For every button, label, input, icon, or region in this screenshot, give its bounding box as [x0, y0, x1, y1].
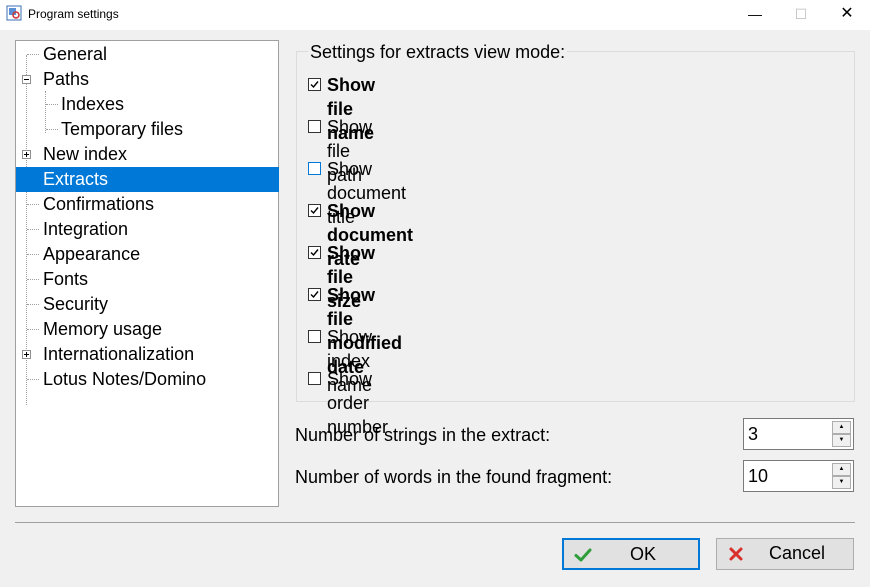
- strings-count-value[interactable]: 3: [748, 422, 758, 446]
- group-caption: Settings for extracts view mode:: [308, 42, 568, 62]
- strings-count-label: Number of strings in the extract:: [295, 425, 551, 445]
- checkbox-show-order-number[interactable]: [308, 372, 321, 385]
- new-index-expand-icon[interactable]: [22, 150, 31, 159]
- tree-connector: [27, 279, 39, 280]
- words-count-label: Number of words in the found fragment:: [295, 467, 613, 487]
- paths-collapse-icon[interactable]: [22, 75, 31, 84]
- tree-item-confirmations[interactable]: Confirmations: [43, 192, 154, 217]
- spin-up-icon[interactable]: ▲: [832, 463, 851, 476]
- tree-item-internationalization[interactable]: Internationalization: [43, 342, 194, 367]
- tree-item-memory-usage[interactable]: Memory usage: [43, 317, 162, 342]
- tree-item-temporary-files[interactable]: Temporary files: [61, 117, 183, 142]
- ok-button[interactable]: OK: [562, 538, 700, 570]
- tree-connector: [27, 304, 39, 305]
- spin-down-icon[interactable]: ▼: [832, 434, 851, 447]
- tree-item-security[interactable]: Security: [43, 292, 108, 317]
- tree-connector: [27, 229, 39, 230]
- maximize-button[interactable]: ☐: [778, 0, 824, 28]
- settings-tree[interactable]: General Paths Indexes Temporary files Ne…: [15, 40, 279, 507]
- minimize-button[interactable]: —: [732, 0, 778, 28]
- tree-connector: [27, 254, 39, 255]
- tree-item-general[interactable]: General: [43, 42, 107, 67]
- tree-item-integration[interactable]: Integration: [43, 217, 128, 242]
- checkbox-show-document-title[interactable]: [308, 162, 321, 175]
- strings-count-stepper[interactable]: 3 ▲ ▼: [743, 418, 854, 450]
- checkbox-show-file-modified-date[interactable]: [308, 288, 321, 301]
- tree-item-fonts[interactable]: Fonts: [43, 267, 88, 292]
- footer-separator: [15, 522, 855, 523]
- tree-connector: [27, 204, 39, 205]
- checkbox-show-index-name[interactable]: [308, 330, 321, 343]
- checkbox-show-file-path[interactable]: [308, 120, 321, 133]
- spin-down-icon[interactable]: ▼: [832, 476, 851, 489]
- app-icon: [6, 5, 22, 21]
- close-button[interactable]: ✕: [824, 0, 870, 28]
- checkbox-show-file-name[interactable]: [308, 78, 321, 91]
- tree-connector: [27, 54, 39, 55]
- spin-up-icon[interactable]: ▲: [832, 421, 851, 434]
- tree-connector: [46, 129, 58, 130]
- words-count-stepper[interactable]: 10 ▲ ▼: [743, 460, 854, 492]
- tree-guide-line: [45, 91, 46, 133]
- tree-item-indexes[interactable]: Indexes: [61, 92, 124, 117]
- cancel-button[interactable]: Cancel: [716, 538, 854, 570]
- words-count-value[interactable]: 10: [748, 464, 768, 488]
- tree-connector: [46, 104, 58, 105]
- tree-connector: [27, 379, 39, 380]
- ok-button-label: OK: [629, 544, 656, 564]
- tree-item-new-index[interactable]: New index: [43, 142, 127, 167]
- title-bar: Program settings — ☐ ✕: [0, 0, 870, 30]
- internationalization-expand-icon[interactable]: [22, 350, 31, 359]
- checkbox-show-file-size[interactable]: [308, 246, 321, 259]
- window-title: Program settings: [28, 7, 119, 21]
- checkbox-show-document-rate[interactable]: [308, 204, 321, 217]
- cancel-button-label: Cancel: [768, 543, 826, 563]
- tree-item-paths[interactable]: Paths: [43, 67, 89, 92]
- tree-connector: [27, 329, 39, 330]
- tree-item-appearance[interactable]: Appearance: [43, 242, 140, 267]
- tree-item-extracts[interactable]: Extracts: [16, 167, 279, 192]
- tree-item-lotus-notes-domino[interactable]: Lotus Notes/Domino: [43, 367, 206, 392]
